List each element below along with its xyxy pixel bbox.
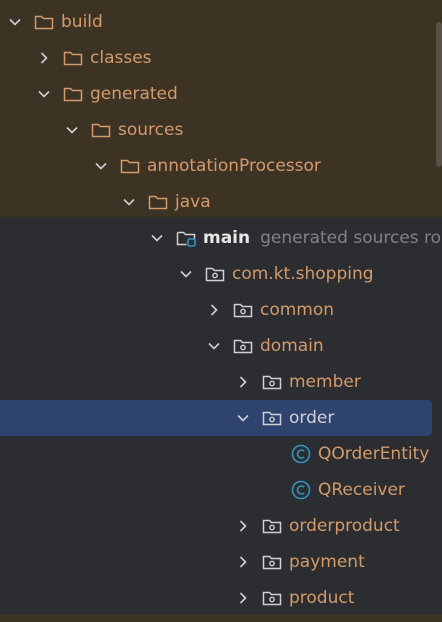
chevron-down-icon[interactable] [119,192,139,212]
tree-node-label: order [289,408,335,428]
tree-node-label: java [175,192,211,212]
tree-node-label: QReceiver [318,480,405,500]
tree-node-build[interactable]: build [0,4,442,40]
tree-node-annotationprocessor[interactable]: annotationProcessor [0,148,442,184]
tree-node-member[interactable]: member [0,364,442,400]
folder-icon [90,120,112,140]
tree-node-label: com.kt.shopping [232,264,374,284]
chevron-right-icon[interactable] [233,516,253,536]
tree-node-order[interactable]: order [0,400,442,436]
tree-node-java[interactable]: java [0,184,442,220]
package-icon [261,372,283,392]
chevron-right-icon[interactable] [233,588,253,608]
chevron-down-icon[interactable] [91,156,111,176]
folder-icon [147,192,169,212]
tree-node-label: sources [118,120,184,140]
tree-node-label: build [61,12,103,32]
class-icon [290,444,312,464]
chevron-down-icon[interactable] [176,264,196,284]
folder-icon [119,156,141,176]
chevron-down-icon[interactable] [147,228,167,248]
folder-icon [62,84,84,104]
tree-node-label: member [289,372,361,392]
source-root-hint: generated sources roo [260,228,442,248]
tree-node-label: domain [260,336,324,356]
package-icon [261,588,283,608]
tree-node-domain[interactable]: domain [0,328,442,364]
tree-node-label: payment [289,552,365,572]
tree-node-orderproduct[interactable]: orderproduct [0,508,442,544]
tree-node-label: classes [90,48,152,68]
tree-node-main[interactable]: main generated sources roo [0,220,442,256]
tree-node-label: common [260,300,335,320]
tree-node-payment[interactable]: payment [0,544,442,580]
chevron-right-icon[interactable] [233,552,253,572]
tree-node-label: orderproduct [289,516,400,536]
tree-node-sources[interactable]: sources [0,112,442,148]
tree-node-label: generated [90,84,178,104]
folder-icon [62,48,84,68]
package-icon [261,408,283,428]
tree-node-generated[interactable]: generated [0,76,442,112]
tree-node-label: annotationProcessor [147,156,321,176]
package-icon [261,552,283,572]
tree-node-qreceiver[interactable]: QReceiver [0,472,442,508]
chevron-down-icon[interactable] [5,12,25,32]
tree-node-classes[interactable]: classes [0,40,442,76]
chevron-down-icon[interactable] [233,408,253,428]
package-icon [204,264,226,284]
folder-icon [33,12,55,32]
chevron-down-icon[interactable] [62,120,82,140]
tree-node-label: product [289,588,355,608]
package-icon [232,336,254,356]
chevron-right-icon[interactable] [34,48,54,68]
source-root-icon [175,228,197,248]
tree-node-label: QOrderEntity [318,444,430,464]
tree-node-com-kt-shopping[interactable]: com.kt.shopping [0,256,442,292]
tree-node-common[interactable]: common [0,292,442,328]
chevron-down-icon[interactable] [34,84,54,104]
tree-node-label: main [203,228,251,248]
package-icon [232,300,254,320]
chevron-right-icon[interactable] [233,372,253,392]
class-icon [290,480,312,500]
package-icon [261,516,283,536]
chevron-down-icon[interactable] [204,336,224,356]
tree-node-product[interactable]: product [0,580,442,616]
chevron-right-icon[interactable] [204,300,224,320]
tree-node-qorderentity[interactable]: QOrderEntity [0,436,442,472]
